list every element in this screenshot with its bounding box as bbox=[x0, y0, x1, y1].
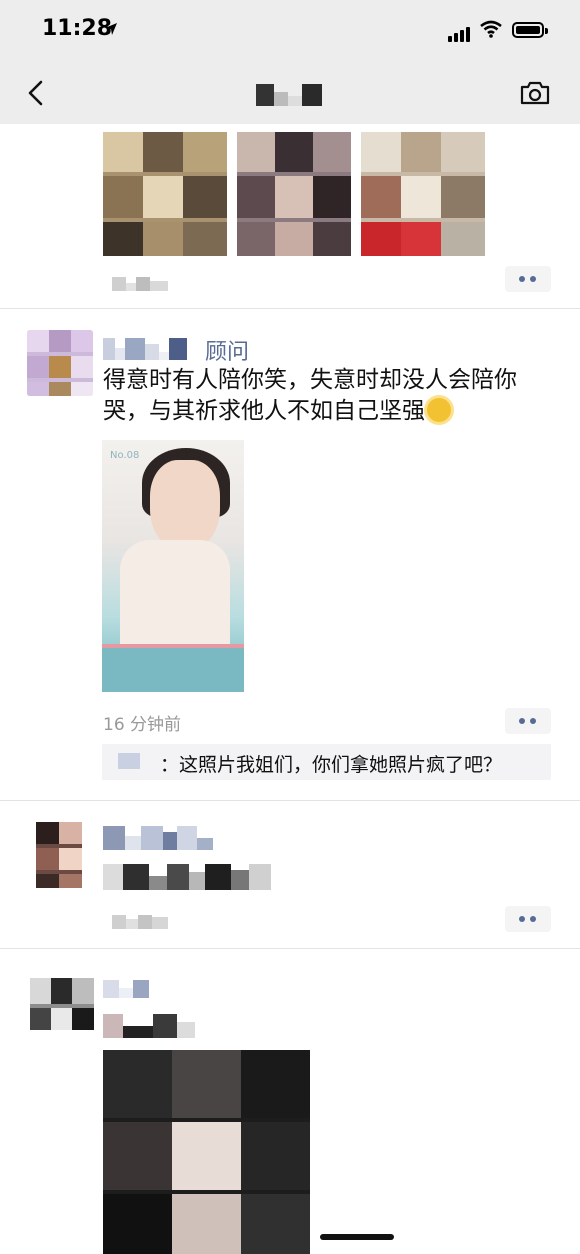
moment-1-photo-2[interactable] bbox=[237, 132, 351, 256]
status-time: 11:28 bbox=[42, 16, 113, 41]
moment-4-text-mosaic bbox=[103, 1014, 223, 1040]
moment-1-more-button[interactable] bbox=[505, 266, 551, 292]
cellular-signal-icon bbox=[448, 23, 472, 42]
location-arrow-icon bbox=[105, 23, 117, 35]
moment-4-photo[interactable] bbox=[103, 1050, 310, 1254]
back-chevron-icon[interactable] bbox=[24, 78, 48, 108]
divider bbox=[0, 800, 580, 801]
comment-author-mosaic[interactable] bbox=[118, 753, 140, 769]
moment-2-poster-image[interactable]: No.08 bbox=[102, 440, 244, 692]
moment-4-nickname-mosaic bbox=[103, 980, 163, 1000]
battery-icon bbox=[512, 22, 548, 38]
poster-figure-face bbox=[150, 460, 220, 550]
sun-emoji-icon bbox=[427, 398, 451, 422]
moment-1-timestamp-mosaic bbox=[112, 276, 182, 292]
moment-1-photo-1[interactable] bbox=[103, 132, 227, 256]
poster-footer bbox=[102, 648, 244, 692]
moment-2-more-button[interactable] bbox=[505, 708, 551, 734]
moment-3-timestamp-mosaic bbox=[112, 914, 182, 930]
moment-2-nickname-mosaic bbox=[103, 338, 203, 362]
moment-2-avatar[interactable] bbox=[27, 330, 93, 396]
home-indicator bbox=[320, 1234, 394, 1240]
divider bbox=[0, 948, 580, 949]
camera-icon[interactable] bbox=[520, 80, 550, 106]
moment-2-text-content: 得意时有人陪你笑，失意时却没人会陪你哭，与其祈求他人不如自己坚强 bbox=[103, 367, 517, 424]
nav-title-mosaic bbox=[256, 84, 330, 106]
moment-3-nickname-mosaic bbox=[103, 826, 233, 852]
poster-figure-body bbox=[120, 540, 230, 660]
moment-3-text-mosaic bbox=[103, 864, 303, 892]
wifi-icon bbox=[480, 20, 502, 38]
moment-2-comment[interactable]: ：这照片我姐们，你们拿她照片疯了吧？ bbox=[102, 744, 551, 780]
moment-1-photo-3[interactable] bbox=[361, 132, 485, 256]
comment-text: ：这照片我姐们，你们拿她照片疯了吧？ bbox=[160, 754, 503, 776]
divider bbox=[0, 308, 580, 309]
moment-2-text: 得意时有人陪你笑，失意时却没人会陪你哭，与其祈求他人不如自己坚强 bbox=[103, 365, 553, 427]
moment-3-avatar[interactable] bbox=[36, 822, 82, 888]
moment-2-nickname[interactable]: 顾问 bbox=[205, 334, 249, 366]
moment-3-more-button[interactable] bbox=[505, 906, 551, 932]
moment-4-avatar[interactable] bbox=[30, 978, 94, 1030]
moment-2-timestamp: 16 分钟前 bbox=[103, 715, 182, 735]
poster-tag: No.08 bbox=[110, 450, 140, 461]
